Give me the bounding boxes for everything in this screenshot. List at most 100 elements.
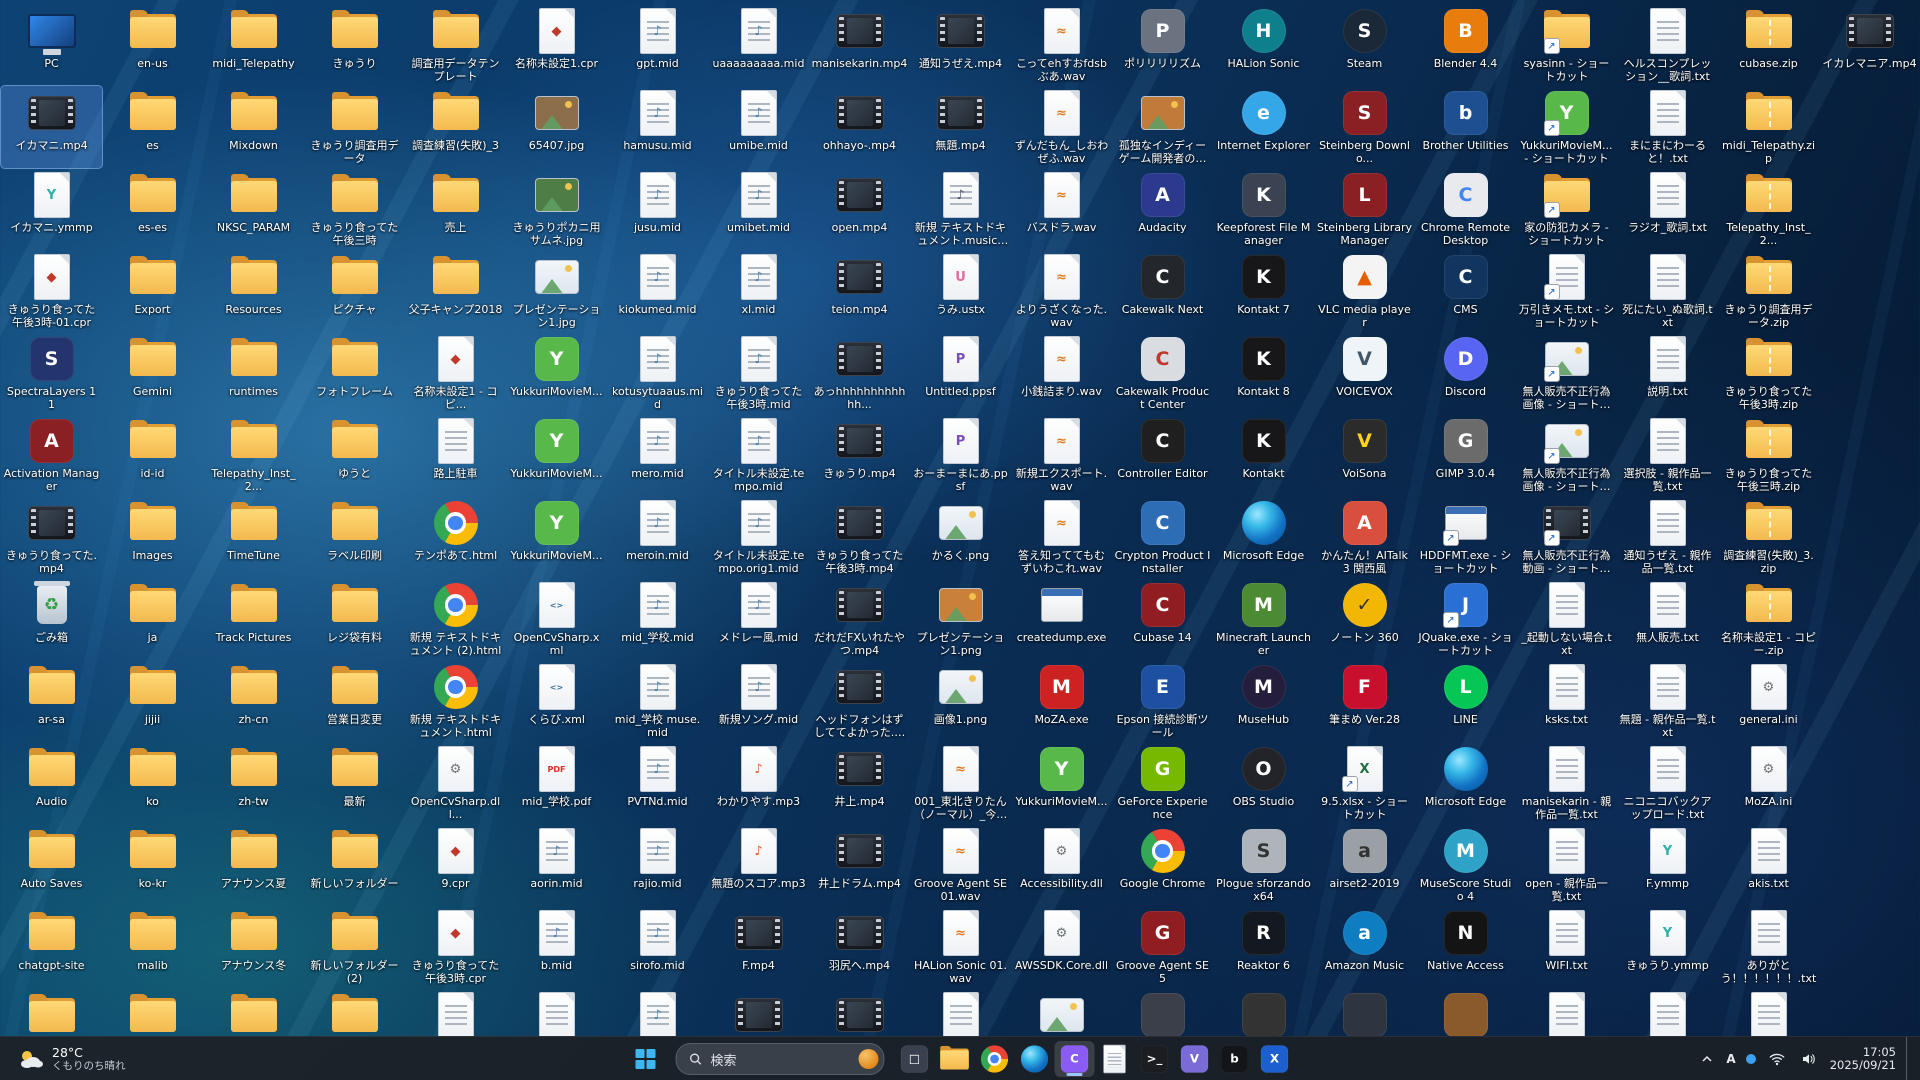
desktop-icon[interactable]: ♪meroin.mid xyxy=(607,496,708,578)
desktop-icon[interactable]: Y↗YukkuriMovieM... - ショートカット xyxy=(1516,86,1617,168)
desktop-icon[interactable]: ♪mero.mid xyxy=(607,414,708,496)
desktop-icon[interactable]: イカレマニア.mp4 xyxy=(1819,4,1920,86)
desktop-icon[interactable]: createdump.exe xyxy=(1011,578,1112,660)
desktop-icon[interactable]: ja xyxy=(102,578,203,660)
desktop-icon[interactable]: Aかんたん！AITalk 3 関西風 xyxy=(1314,496,1415,578)
desktop-icon[interactable]: きゅうり食ってた午後三時.zip xyxy=(1718,414,1819,496)
desktop-icon[interactable]: きゅうり.mp4 xyxy=(809,414,910,496)
desktop-icon[interactable]: MMinecraft Launcher xyxy=(1213,578,1314,660)
desktop-surface[interactable]: PCイカマニ.mp4Yイカマニ.ymmp◆きゅうり食ってた午後3時-01.cpr… xyxy=(0,0,1920,1036)
desktop-icon[interactable]: PUntitled.ppsf xyxy=(910,332,1011,414)
desktop-icon[interactable]: ヘルスコンプレッション__歌詞.txt xyxy=(1617,4,1718,86)
taskbar-app-notepad[interactable] xyxy=(1095,1041,1135,1077)
desktop-icon[interactable]: ありがとう！！！！！！.txt xyxy=(1718,906,1819,988)
desktop-icon[interactable]: 死にたい_ぬ歌詞.txt xyxy=(1617,250,1718,332)
desktop-icon[interactable]: ♪mid_学校 muse.mid xyxy=(607,660,708,742)
desktop-icon[interactable]: ≈HALion Sonic 01.wav xyxy=(910,906,1011,988)
desktop-icon[interactable]: ♪ xyxy=(607,988,708,1036)
desktop-icon[interactable]: AAudacity xyxy=(1112,168,1213,250)
desktop-icon[interactable]: ヘッドフォンはずしててよかった.mp4 xyxy=(809,660,910,742)
desktop-icon[interactable]: CCakewalk Next xyxy=(1112,250,1213,332)
desktop-icon[interactable]: cubase.zip xyxy=(1718,4,1819,86)
desktop-icon[interactable]: ksks.txt xyxy=(1516,660,1617,742)
desktop-icon[interactable]: teion.mp4 xyxy=(809,250,910,332)
desktop-icon[interactable]: KKontakt xyxy=(1213,414,1314,496)
desktop-icon[interactable]: LSteinberg Library Manager xyxy=(1314,168,1415,250)
desktop-icon[interactable]: ≈新規エクスポート.wav xyxy=(1011,414,1112,496)
desktop-icon[interactable]: ↗無人販売不正行為画像 - ショートカット xyxy=(1516,414,1617,496)
desktop-icon[interactable]: 無人販売.txt xyxy=(1617,578,1718,660)
desktop-icon[interactable]: ♪umibet.mid xyxy=(708,168,809,250)
desktop-icon[interactable]: 説明.txt xyxy=(1617,332,1718,414)
desktop-icon[interactable]: 井上ドラム.mp4 xyxy=(809,824,910,906)
desktop-icon[interactable]: Gemini xyxy=(102,332,203,414)
desktop-icon[interactable]: ♪わかりやす.mp3 xyxy=(708,742,809,824)
desktop-icon[interactable]: Yきゅうり.ymmp xyxy=(1617,906,1718,988)
desktop-icon[interactable]: ✓ノートン 360 xyxy=(1314,578,1415,660)
desktop-icon[interactable]: ♪無題のスコア.mp3 xyxy=(708,824,809,906)
desktop-icon[interactable]: きゅうり食ってた午後3時.zip xyxy=(1718,332,1819,414)
desktop-icon[interactable]: ◆きゅうり食ってた午後3時-01.cpr xyxy=(1,250,102,332)
desktop-icon[interactable]: ≈バスドラ.wav xyxy=(1011,168,1112,250)
desktop-icon[interactable]: Microsoft Edge xyxy=(1213,496,1314,578)
desktop-icon[interactable] xyxy=(102,988,203,1036)
desktop-icon[interactable]: ♪b.mid xyxy=(506,906,607,988)
desktop-icon[interactable]: CCubase 14 xyxy=(1112,578,1213,660)
desktop-icon[interactable]: 通知うぜえ - 親作品一覧.txt xyxy=(1617,496,1718,578)
desktop-icon[interactable] xyxy=(405,988,506,1036)
desktop-icon[interactable]: ⚙OpenCvSharp.dll... xyxy=(405,742,506,824)
desktop-icon[interactable]: open.mp4 xyxy=(809,168,910,250)
desktop-icon[interactable]: KKontakt 7 xyxy=(1213,250,1314,332)
desktop-icon[interactable]: CChrome Remote Desktop xyxy=(1415,168,1516,250)
desktop-icon[interactable]: SSteam xyxy=(1314,4,1415,86)
desktop-icon[interactable]: akis.txt xyxy=(1718,824,1819,906)
desktop-icon[interactable]: きゅうり調査用データ.zip xyxy=(1718,250,1819,332)
taskbar-app-clipchamp[interactable]: C xyxy=(1055,1041,1095,1077)
desktop-icon[interactable]: GGroove Agent SE 5 xyxy=(1112,906,1213,988)
desktop-icon[interactable]: Uうみ.ustx xyxy=(910,250,1011,332)
desktop-icon[interactable]: RReaktor 6 xyxy=(1213,906,1314,988)
desktop-icon[interactable] xyxy=(304,988,405,1036)
desktop-icon[interactable]: OOBS Studio xyxy=(1213,742,1314,824)
desktop-icon[interactable]: ♻ごみ箱 xyxy=(1,578,102,660)
taskbar-app-chrome[interactable] xyxy=(975,1041,1015,1077)
desktop-icon[interactable]: 孤独なインディーゲーム開発者の一生... xyxy=(1112,86,1213,168)
desktop-icon[interactable]: aAmazon Music xyxy=(1314,906,1415,988)
desktop-icon[interactable]: ♪jusu.mid xyxy=(607,168,708,250)
desktop-icon[interactable]: ♪xl.mid xyxy=(708,250,809,332)
desktop-icon[interactable]: ko-kr xyxy=(102,824,203,906)
desktop-icon[interactable]: F.mp4 xyxy=(708,906,809,988)
desktop-icon[interactable]: KKontakt 8 xyxy=(1213,332,1314,414)
desktop-icon[interactable]: 名称未設定1 - コピー.zip xyxy=(1718,578,1819,660)
taskbar-app-system[interactable]: □ xyxy=(895,1041,935,1077)
desktop-icon[interactable]: プレゼンテーション1.png xyxy=(910,578,1011,660)
taskbar-app-bandlab[interactable]: b xyxy=(1215,1041,1255,1077)
desktop-icon[interactable]: chatgpt-site xyxy=(1,906,102,988)
desktop-icon[interactable]: ピクチャ xyxy=(304,250,405,332)
desktop-icon[interactable]: WIFI.txt xyxy=(1516,906,1617,988)
desktop-icon[interactable]: CCrypton Product Installer xyxy=(1112,496,1213,578)
desktop-icon[interactable]: bBrother Utilities xyxy=(1415,86,1516,168)
desktop-icon[interactable]: malib xyxy=(102,906,203,988)
desktop-icon[interactable]: MMuseScore Studio 4 xyxy=(1415,824,1516,906)
desktop-icon[interactable]: 無題.mp4 xyxy=(910,86,1011,168)
desktop-icon[interactable]: ♪きゅうり食ってた午後3時.mid xyxy=(708,332,809,414)
desktop-icon[interactable]: midi_Telepathy.zip xyxy=(1718,86,1819,168)
desktop-icon[interactable]: TimeTune xyxy=(203,496,304,578)
desktop-icon[interactable] xyxy=(1011,988,1112,1036)
desktop-icon[interactable]: きゅうり食ってた午後三時 xyxy=(304,168,405,250)
desktop-icon[interactable]: YYukkuriMovieM... xyxy=(1011,742,1112,824)
desktop-icon[interactable]: 最新 xyxy=(304,742,405,824)
desktop-icon[interactable]: ≈001_東北きりたん（ノーマル）_今じゃ... xyxy=(910,742,1011,824)
desktop-icon[interactable]: HHALion Sonic xyxy=(1213,4,1314,86)
desktop-icon[interactable]: ≈答え知っててもむずいわこれ.wav xyxy=(1011,496,1112,578)
desktop-icon[interactable]: DDiscord xyxy=(1415,332,1516,414)
desktop-icon[interactable]: SPlogue sforzando x64 xyxy=(1213,824,1314,906)
desktop-icon[interactable] xyxy=(1516,988,1617,1036)
desktop-icon[interactable]: ≈小銭詰まり.wav xyxy=(1011,332,1112,414)
start-button[interactable] xyxy=(626,1041,666,1077)
desktop-icon[interactable]: ♪新規ソング.mid xyxy=(708,660,809,742)
desktop-icon[interactable]: MMoZA.exe xyxy=(1011,660,1112,742)
desktop-icon[interactable]: Pポリリリリズム xyxy=(1112,4,1213,86)
desktop-icon[interactable]: ◆名称未設定1 - コピ... xyxy=(405,332,506,414)
